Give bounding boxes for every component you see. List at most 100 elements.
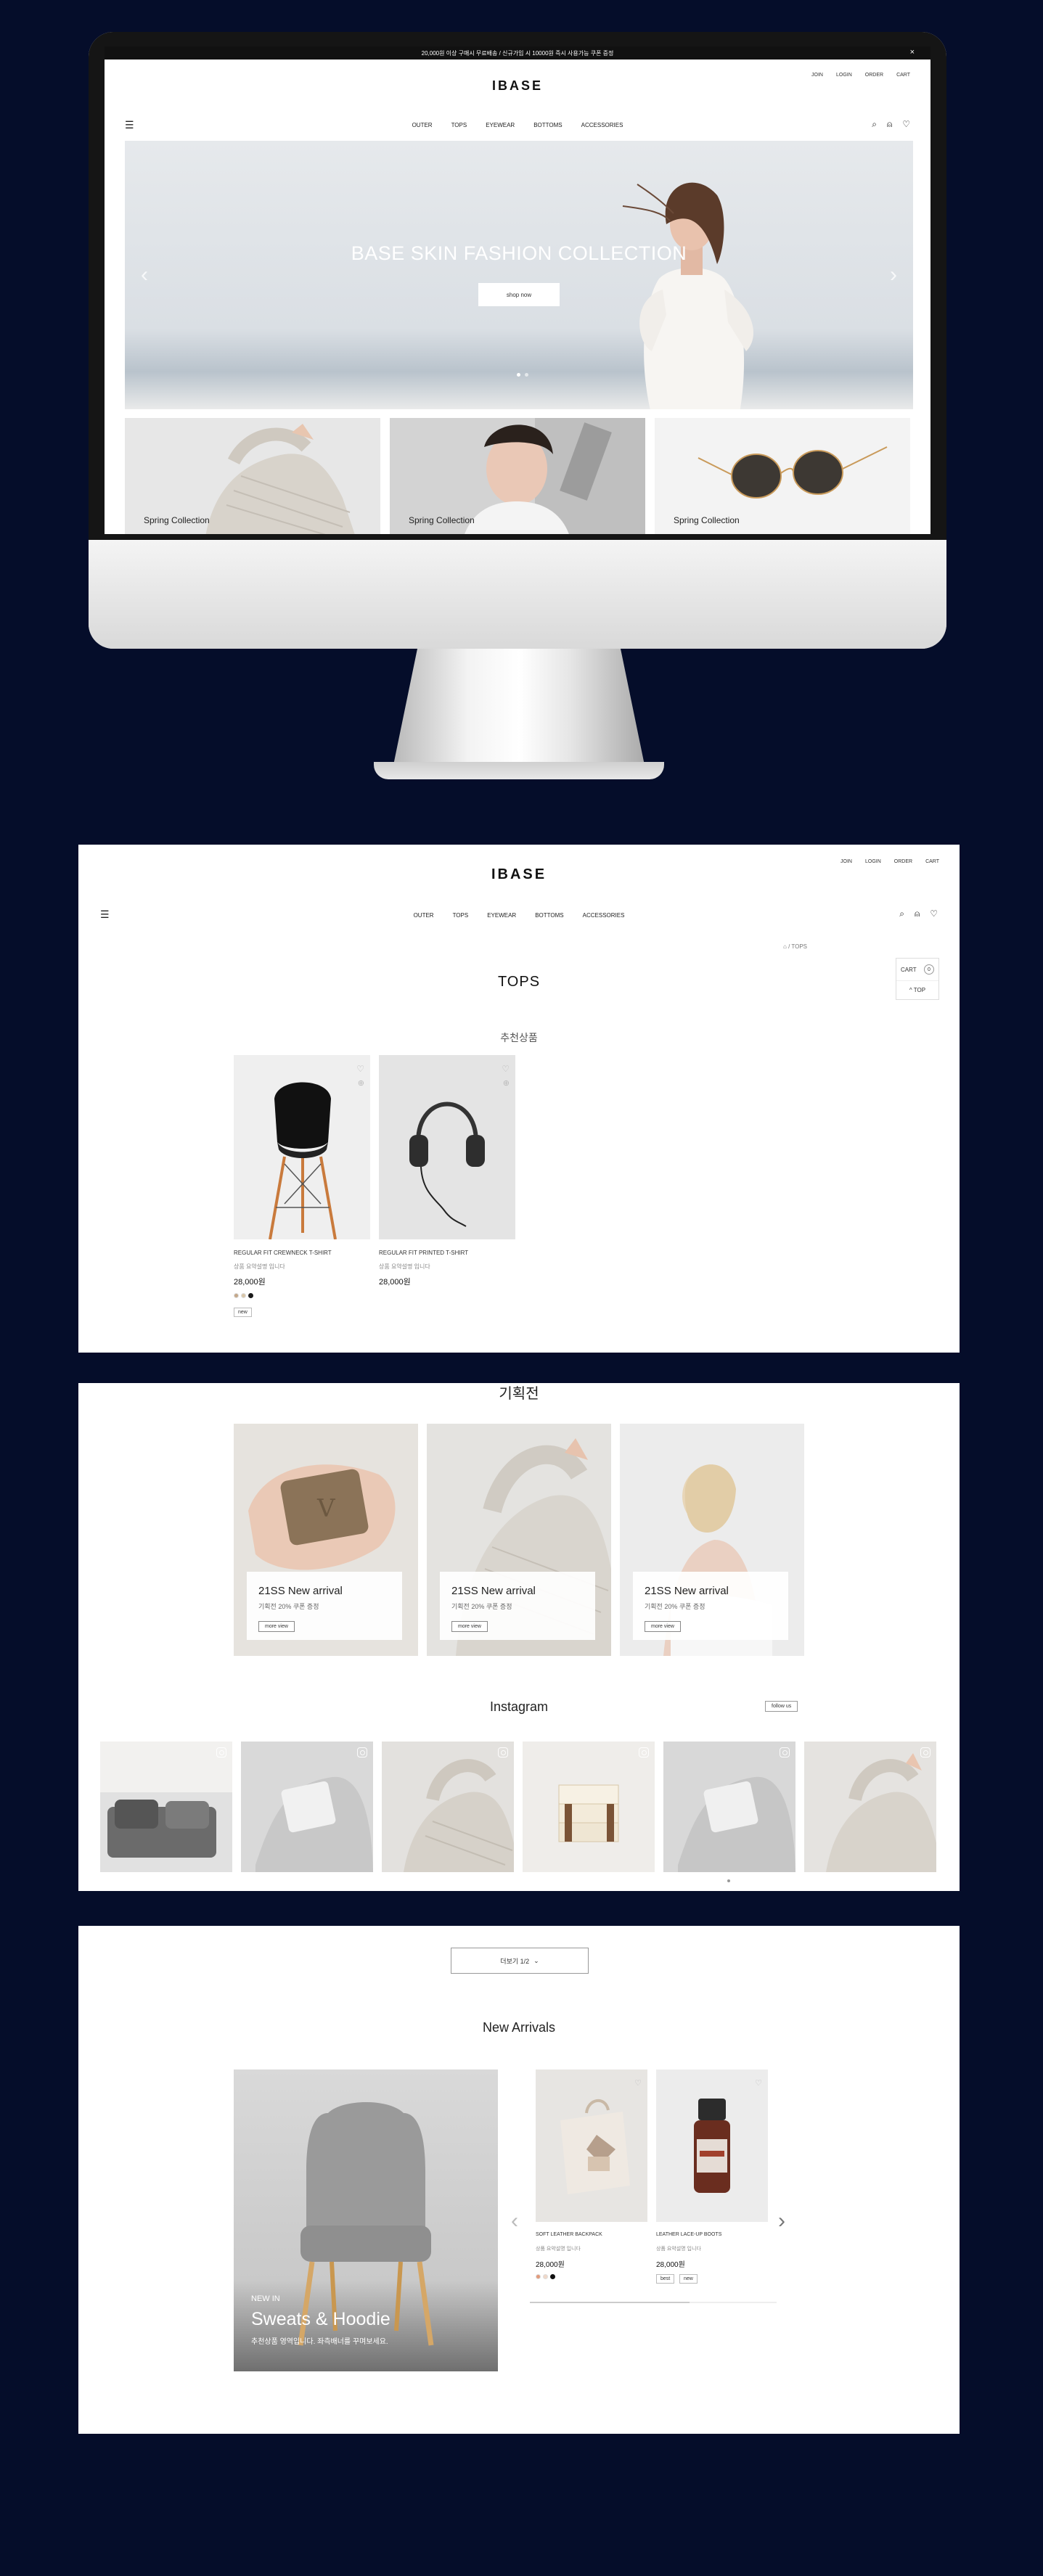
color-swatch[interactable] [234, 1293, 239, 1298]
essential-oil-bottle-image [656, 2070, 768, 2222]
product-desc: 상품 요약설명 입니다 [234, 1263, 285, 1270]
category-label: Spring Collection [144, 515, 210, 525]
logo[interactable]: IBASE [78, 866, 960, 883]
quick-cart-label: CART [901, 966, 917, 973]
breadcrumb-current[interactable]: / TOPS [788, 943, 807, 950]
nav-bottoms[interactable]: BOTTOMS [533, 122, 562, 128]
slider-track[interactable] [530, 2302, 777, 2303]
chevron-left-icon[interactable]: ‹ [511, 2209, 518, 2234]
headphones-image [409, 1102, 485, 1227]
search-icon[interactable]: ⌕ [899, 908, 904, 919]
header-icons: ⌕ ⍝ ♡ [899, 908, 938, 919]
category-card[interactable]: Spring Collection [390, 418, 645, 534]
feature-eyebrow: NEW IN [251, 2294, 280, 2303]
follow-us-button[interactable]: follow us [765, 1701, 798, 1712]
chevron-right-icon[interactable]: › [778, 2209, 785, 2234]
product-name[interactable]: LEATHER LACE-UP BOOTS [656, 2232, 721, 2237]
product-name[interactable]: REGULAR FIT CREWNECK T-SHIRT [234, 1250, 332, 1256]
nav-eyewear[interactable]: EYEWEAR [486, 122, 515, 128]
hero-banner: BASE SKIN FASHION COLLECTION shop now ‹ … [125, 141, 913, 409]
category-card[interactable]: Spring Collection [655, 418, 910, 534]
product-name[interactable]: SOFT LEATHER BACKPACK [536, 2232, 602, 2237]
order-link[interactable]: ORDER [894, 859, 912, 864]
instagram-post[interactable] [382, 1742, 514, 1872]
product-image[interactable]: ♡ [656, 2070, 768, 2222]
color-swatch[interactable] [241, 1293, 246, 1298]
svg-text:V: V [316, 1494, 336, 1523]
user-icon[interactable]: ⍝ [887, 119, 892, 130]
chevron-right-icon[interactable]: › [890, 263, 897, 287]
nav-outer[interactable]: OUTER [412, 122, 433, 128]
cart-count-badge: 0 [924, 964, 934, 975]
instagram-post[interactable] [523, 1742, 655, 1872]
nav-tops[interactable]: TOPS [451, 122, 467, 128]
more-button[interactable]: 더보기 1/2 ⌄ [451, 1948, 589, 1974]
nav-tops[interactable]: TOPS [453, 912, 469, 919]
cart-icon[interactable]: ⊕ [358, 1078, 364, 1088]
util-links: JOIN LOGIN ORDER CART [840, 859, 939, 864]
instagram-post[interactable] [804, 1742, 936, 1872]
category-label: Spring Collection [409, 515, 475, 525]
color-swatch[interactable] [248, 1293, 253, 1298]
logo[interactable]: IBASE [105, 78, 930, 94]
heart-icon[interactable]: ♡ [502, 1064, 510, 1074]
user-icon[interactable]: ⍝ [915, 908, 920, 919]
instagram-pagination-dot[interactable] [727, 1879, 730, 1882]
order-link[interactable]: ORDER [865, 73, 883, 78]
shop-now-button[interactable]: shop now [478, 283, 560, 306]
chevron-left-icon[interactable]: ‹ [141, 263, 148, 287]
join-link[interactable]: JOIN [840, 859, 852, 864]
sofa-image [100, 1742, 232, 1872]
instagram-post[interactable] [663, 1742, 795, 1872]
color-swatches [234, 1293, 253, 1298]
promo-card[interactable]: 21SS New arrival 기획전 20% 쿠폰 증정 more view [620, 1424, 804, 1656]
more-view-button[interactable]: more view [645, 1621, 681, 1632]
category-page-panel: JOIN LOGIN ORDER CART IBASE ☰ OUTER TOPS… [78, 845, 960, 1353]
promo-card[interactable]: V 21SS New arrival 기획전 20% 쿠폰 증정 more vi… [234, 1424, 418, 1656]
instagram-post[interactable] [241, 1742, 373, 1872]
monitor-screen: 20,000원 이상 구매시 무료배송 / 신규가입 시 10000원 즉시 사… [105, 46, 930, 534]
login-link[interactable]: LOGIN [836, 73, 852, 78]
nav-accessories[interactable]: ACCESSORIES [581, 122, 623, 128]
home-icon[interactable]: ⌂ [783, 943, 788, 950]
chevron-down-icon: ⌄ [533, 1956, 539, 1964]
nav-outer[interactable]: OUTER [414, 912, 434, 919]
imac-stand [392, 649, 646, 772]
product-name[interactable]: REGULAR FIT PRINTED T-SHIRT [379, 1250, 468, 1256]
product-image[interactable]: ♡ [536, 2070, 647, 2222]
promo-title: 21SS New arrival [258, 1585, 343, 1597]
notice-text: 20,000원 이상 구매시 무료배송 / 신규가입 시 10000원 즉시 사… [421, 49, 614, 57]
color-swatch[interactable] [543, 2274, 548, 2279]
color-swatch[interactable] [550, 2274, 555, 2279]
product-image[interactable]: ♡ ⊕ [234, 1055, 370, 1239]
pagination-dot[interactable] [525, 373, 528, 377]
instagram-post[interactable] [100, 1742, 232, 1872]
nav-accessories[interactable]: ACCESSORIES [583, 912, 625, 919]
promotion-panel: 기획전 V 21SS New arrival 기획전 20% 쿠폰 증정 mor… [78, 1383, 960, 1891]
heart-icon[interactable]: ♡ [755, 2078, 762, 2088]
cart-link[interactable]: CART [896, 73, 910, 78]
instagram-icon [216, 1747, 226, 1757]
search-icon[interactable]: ⌕ [872, 119, 877, 130]
join-link[interactable]: JOIN [811, 73, 823, 78]
cart-link[interactable]: CART [925, 859, 939, 864]
heart-icon[interactable]: ♡ [356, 1064, 364, 1074]
promo-card[interactable]: 21SS New arrival 기획전 20% 쿠폰 증정 more view [427, 1424, 611, 1656]
feature-banner[interactable]: NEW IN Sweats & Hoodie 추천상품 영역입니다. 좌측배너를… [234, 2070, 498, 2371]
login-link[interactable]: LOGIN [865, 859, 881, 864]
close-icon[interactable]: × [910, 48, 915, 57]
new-arrivals-panel: 더보기 1/2 ⌄ New Arrivals NEW IN Sweats & H… [78, 1926, 960, 2434]
nav-bottoms[interactable]: BOTTOMS [535, 912, 563, 919]
knit-sweater-image [382, 1742, 514, 1872]
color-swatch[interactable] [536, 2274, 541, 2279]
heart-icon[interactable]: ♡ [902, 119, 910, 130]
category-card[interactable]: Spring Collection [125, 418, 380, 534]
product-image[interactable]: ♡ ⊕ [379, 1055, 515, 1239]
pagination-dot[interactable] [517, 373, 520, 377]
heart-icon[interactable]: ♡ [634, 2078, 642, 2088]
more-view-button[interactable]: more view [258, 1621, 295, 1632]
heart-icon[interactable]: ♡ [930, 908, 938, 919]
more-view-button[interactable]: more view [451, 1621, 488, 1632]
nav-eyewear[interactable]: EYEWEAR [487, 912, 516, 919]
cart-icon[interactable]: ⊕ [503, 1078, 510, 1088]
